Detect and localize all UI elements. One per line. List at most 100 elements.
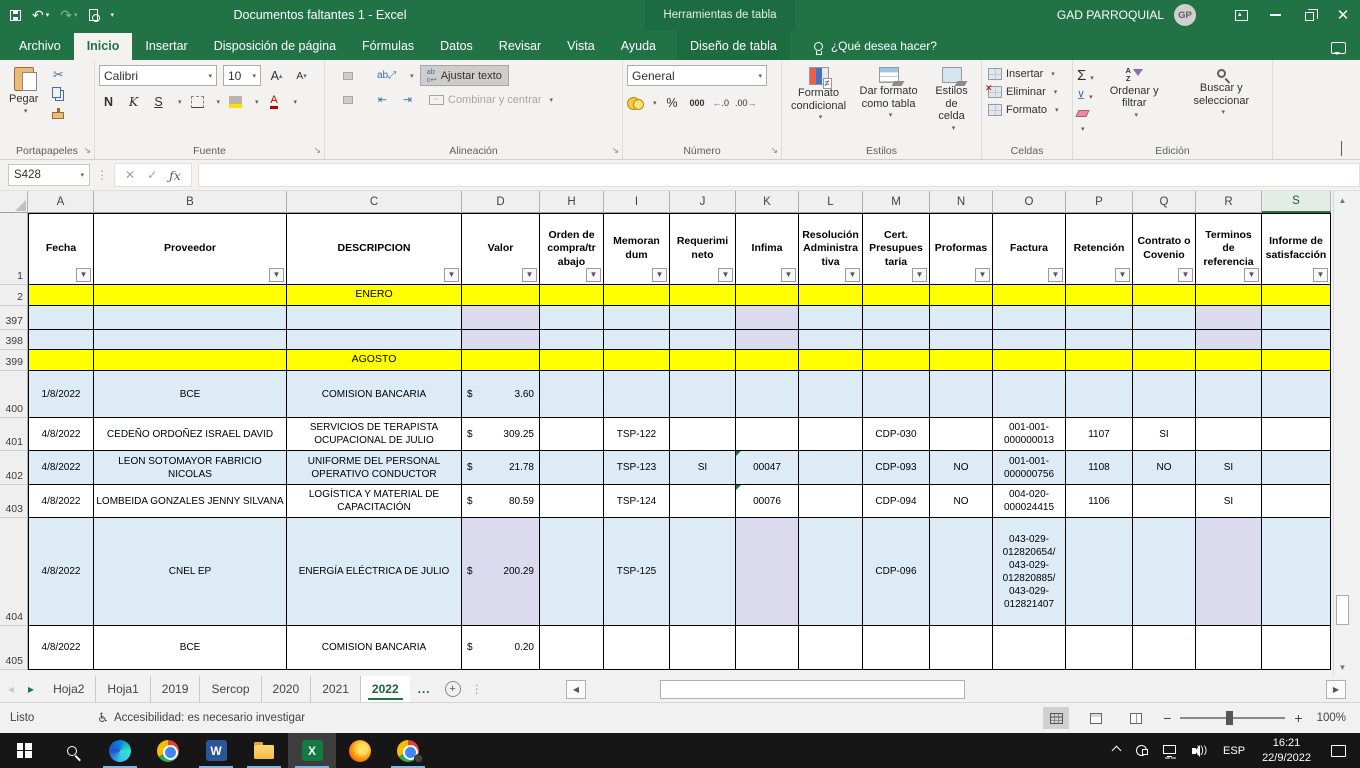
tell-me-box[interactable]: ¿Qué desea hacer? <box>814 39 937 60</box>
cell-L405[interactable] <box>799 626 863 670</box>
cell-Q399[interactable] <box>1133 350 1196 371</box>
tab-archivo[interactable]: Archivo <box>6 33 74 60</box>
row-header-398[interactable]: 398 <box>0 330 28 350</box>
cell-H403[interactable] <box>540 485 604 518</box>
filter-button-Q[interactable]: ▼ <box>1178 268 1193 282</box>
cell-Q405[interactable] <box>1133 626 1196 670</box>
align-middle-icon[interactable] <box>343 72 353 80</box>
format-cells-button[interactable]: Formato▾ <box>986 102 1068 117</box>
shrink-font-button[interactable]: A▾ <box>292 66 311 85</box>
cell-H402[interactable] <box>540 451 604 485</box>
cell-C1[interactable]: DESCRIPCION▼ <box>287 213 462 285</box>
sheet-nav-right-icon[interactable]: ▸ <box>28 682 34 696</box>
cell-M403[interactable]: CDP-094 <box>863 485 930 518</box>
column-header-L[interactable]: L <box>799 191 863 213</box>
column-header-O[interactable]: O <box>993 191 1066 213</box>
cell-L401[interactable] <box>799 418 863 451</box>
column-header-B[interactable]: B <box>94 191 287 213</box>
comments-icon[interactable] <box>1331 42 1346 54</box>
cell-A1[interactable]: Fecha▼ <box>28 213 94 285</box>
align-right-icon[interactable] <box>359 97 367 103</box>
scroll-down-icon[interactable]: ▼ <box>1335 658 1350 676</box>
cell-L402[interactable] <box>799 451 863 485</box>
filter-button-O[interactable]: ▼ <box>1048 268 1063 282</box>
grow-font-button[interactable]: A▴ <box>267 66 286 85</box>
align-left-icon[interactable] <box>329 97 337 103</box>
cell-Q400[interactable] <box>1133 371 1196 418</box>
formula-bar-handle[interactable]: ⋮ <box>96 168 108 182</box>
cell-C2[interactable]: ENERO <box>287 285 462 306</box>
cell-I2[interactable] <box>604 285 670 306</box>
cell-H399[interactable] <box>540 350 604 371</box>
cell-O403[interactable]: 004-020- 000024415 <box>993 485 1066 518</box>
avatar[interactable]: GP <box>1174 4 1196 26</box>
taskbar-search-button[interactable] <box>48 733 96 768</box>
cell-B403[interactable]: LOMBEIDA GONZALES JENNY SILVANA <box>94 485 287 518</box>
cell-J400[interactable] <box>670 371 736 418</box>
conditional-formatting-button[interactable]: Formato condicional▾ <box>786 65 851 142</box>
comma-style-button[interactable]: 000 <box>688 93 707 112</box>
cell-D402[interactable]: $21.78 <box>462 451 540 485</box>
cell-Q1[interactable]: Contrato o Covenio▼ <box>1133 213 1196 285</box>
cell-S397[interactable] <box>1262 306 1331 330</box>
cell-N399[interactable] <box>930 350 993 371</box>
cell-D405[interactable]: $0.20 <box>462 626 540 670</box>
cell-P401[interactable]: 1107 <box>1066 418 1133 451</box>
cell-J405[interactable] <box>670 626 736 670</box>
cell-S404[interactable] <box>1262 518 1331 626</box>
cell-C404[interactable]: ENERGÍA ELÉCTRICA DE JULIO <box>287 518 462 626</box>
cut-icon[interactable]: ✂ <box>49 67 67 83</box>
row-header-403[interactable]: 403 <box>0 485 28 518</box>
cell-Q2[interactable] <box>1133 285 1196 306</box>
cell-styles-button[interactable]: Estilos de celda▾ <box>926 65 977 142</box>
taskbar-chrome-profile[interactable] <box>384 733 432 768</box>
undo-icon[interactable]: ↶▾ <box>32 7 49 24</box>
normal-view-icon[interactable] <box>1043 707 1069 729</box>
cell-D397[interactable] <box>462 306 540 330</box>
cell-I403[interactable]: TSP-124 <box>604 485 670 518</box>
cell-Q397[interactable] <box>1133 306 1196 330</box>
select-all-corner[interactable] <box>0 191 28 213</box>
row-header-397[interactable]: 397 <box>0 306 28 330</box>
cell-B2[interactable] <box>94 285 287 306</box>
cell-A405[interactable]: 4/8/2022 <box>28 626 94 670</box>
cell-K398[interactable] <box>736 330 799 350</box>
cell-M402[interactable]: CDP-093 <box>863 451 930 485</box>
filter-button-R[interactable]: ▼ <box>1244 268 1259 282</box>
cell-L404[interactable] <box>799 518 863 626</box>
cell-L400[interactable] <box>799 371 863 418</box>
row-header-1[interactable]: 1 <box>0 213 28 285</box>
cell-O2[interactable] <box>993 285 1066 306</box>
hscroll-left-icon[interactable]: ◀ <box>566 680 586 699</box>
cell-D401[interactable]: $309.25 <box>462 418 540 451</box>
fuente-dialog-launcher[interactable]: ↘ <box>313 145 321 156</box>
cell-O1[interactable]: Factura▼ <box>993 213 1066 285</box>
filter-button-M[interactable]: ▼ <box>912 268 927 282</box>
cell-R402[interactable]: SI <box>1196 451 1262 485</box>
copy-icon[interactable] <box>49 86 67 102</box>
cell-M399[interactable] <box>863 350 930 371</box>
cell-I398[interactable] <box>604 330 670 350</box>
cell-H397[interactable] <box>540 306 604 330</box>
wrap-text-button[interactable]: abc↩ Ajustar texto <box>420 65 509 86</box>
cell-M401[interactable]: CDP-030 <box>863 418 930 451</box>
number-format-select[interactable]: General▾ <box>627 65 767 86</box>
cell-N401[interactable] <box>930 418 993 451</box>
action-center-icon[interactable] <box>1331 745 1346 757</box>
language-indicator[interactable]: ESP <box>1216 733 1252 768</box>
cancel-icon[interactable]: ✕ <box>125 168 135 182</box>
cell-C397[interactable] <box>287 306 462 330</box>
cell-J403[interactable] <box>670 485 736 518</box>
cell-I401[interactable]: TSP-122 <box>604 418 670 451</box>
cell-H401[interactable] <box>540 418 604 451</box>
numero-dialog-launcher[interactable]: ↘ <box>770 145 778 156</box>
cell-R405[interactable] <box>1196 626 1262 670</box>
cell-B399[interactable] <box>94 350 287 371</box>
insert-function-icon[interactable]: ƒx <box>169 168 181 183</box>
cell-N400[interactable] <box>930 371 993 418</box>
cell-Q404[interactable] <box>1133 518 1196 626</box>
sheet-tab-hoja1[interactable]: Hoja1 <box>95 676 149 702</box>
cell-A2[interactable] <box>28 285 94 306</box>
cell-P398[interactable] <box>1066 330 1133 350</box>
cell-A402[interactable]: 4/8/2022 <box>28 451 94 485</box>
